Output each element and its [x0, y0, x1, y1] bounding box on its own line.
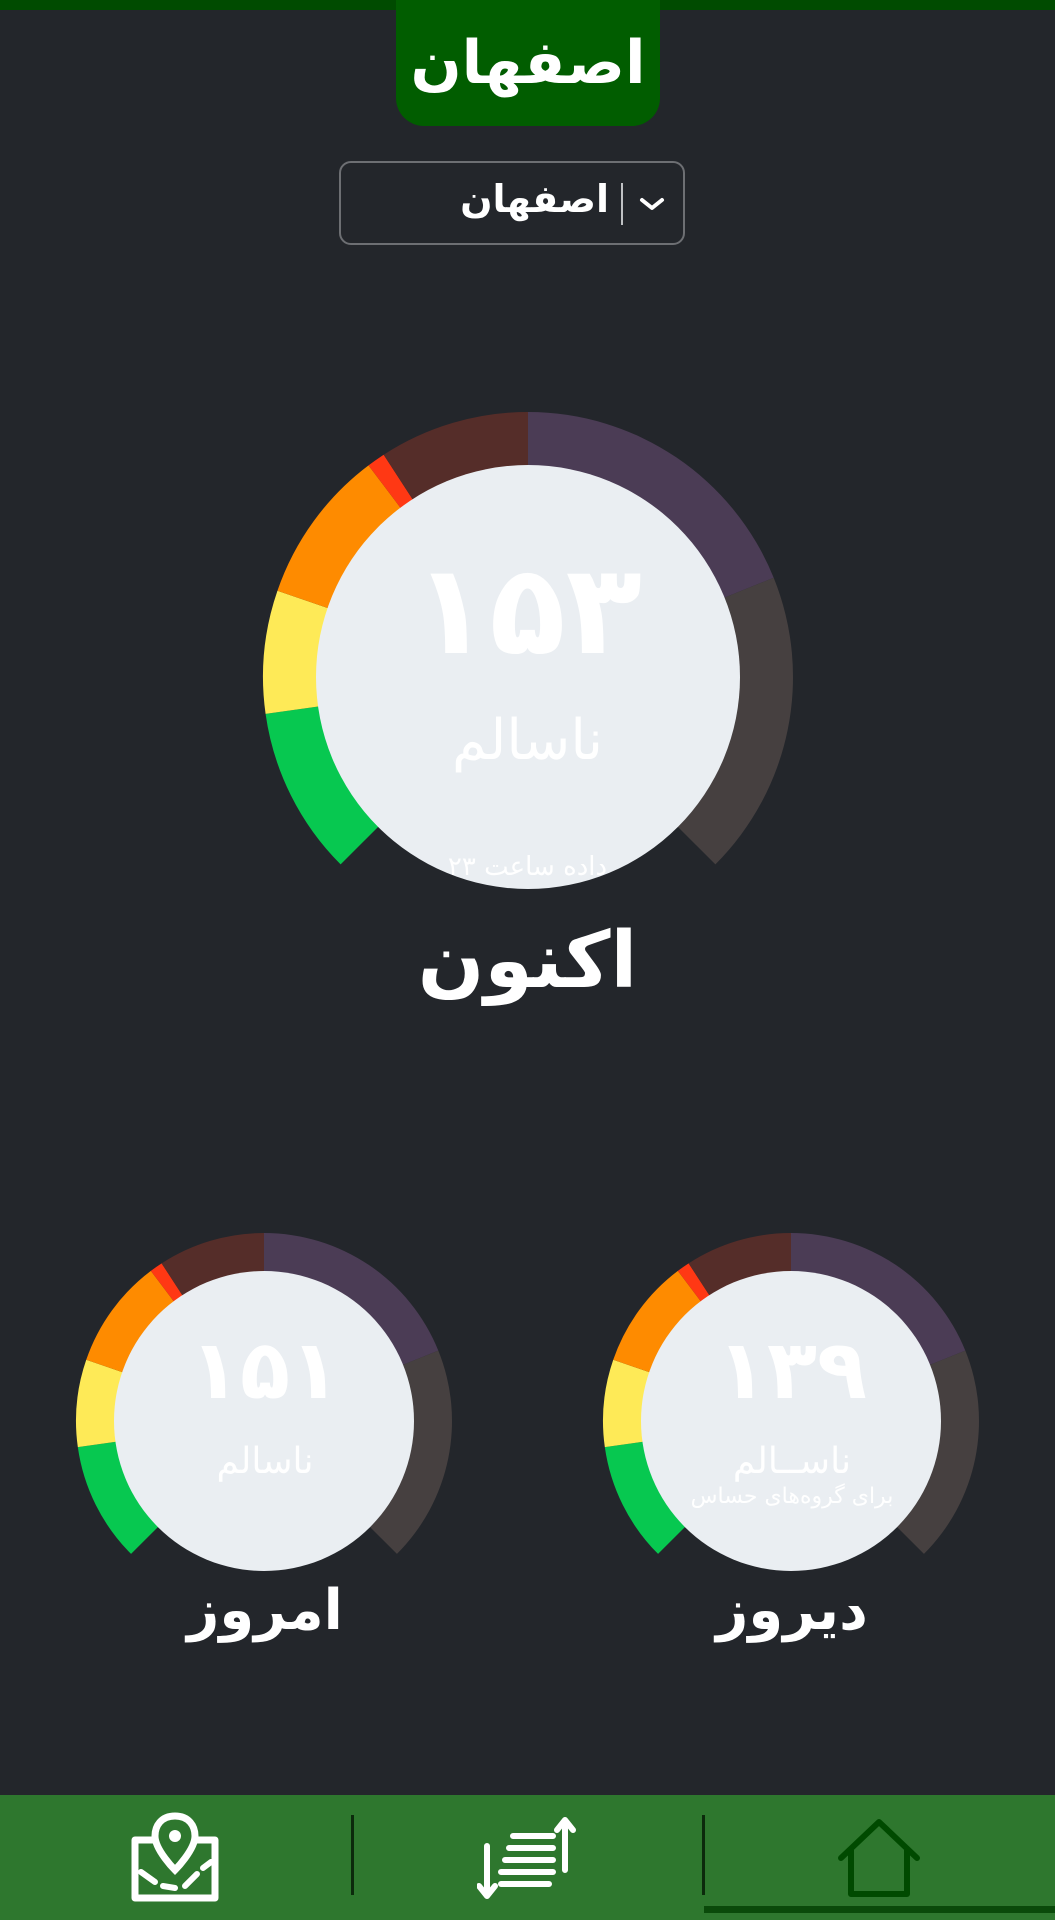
gauge-today-value: ۱۵۱ [189, 1323, 341, 1418]
nav-active-indicator [704, 1906, 1055, 1913]
home-icon [838, 1818, 920, 1897]
nav-ranking-button[interactable] [352, 1795, 702, 1920]
nav-home-button[interactable] [704, 1795, 1054, 1920]
gauge-now-value: ۱۵۳ [413, 538, 642, 683]
bottom-nav [0, 1795, 1055, 1920]
sort-list-icon [477, 1816, 576, 1899]
gauge-center [641, 1271, 941, 1571]
gauge-now-subtitle: داده ساعت ۲۳ [447, 852, 608, 882]
gauge-yesterday-label: دیروز [716, 1578, 868, 1643]
nav-map-button[interactable] [0, 1795, 350, 1920]
gauge-yesterday-subtitle: برای گروه‌های حساس [690, 1484, 894, 1509]
gauge-today-status: ناسالم [216, 1441, 314, 1482]
gauge-now-status: ناسالم [452, 708, 603, 773]
gauge-yesterday-value: ۱۳۹ [716, 1323, 868, 1418]
gauge-center [114, 1271, 414, 1571]
gauge-yesterday-status: ناســالم [732, 1441, 852, 1482]
gauge-now-label: اکنون [417, 916, 638, 1006]
map-pin-icon [131, 1811, 219, 1901]
gauge-today-label: امروز [187, 1578, 343, 1643]
